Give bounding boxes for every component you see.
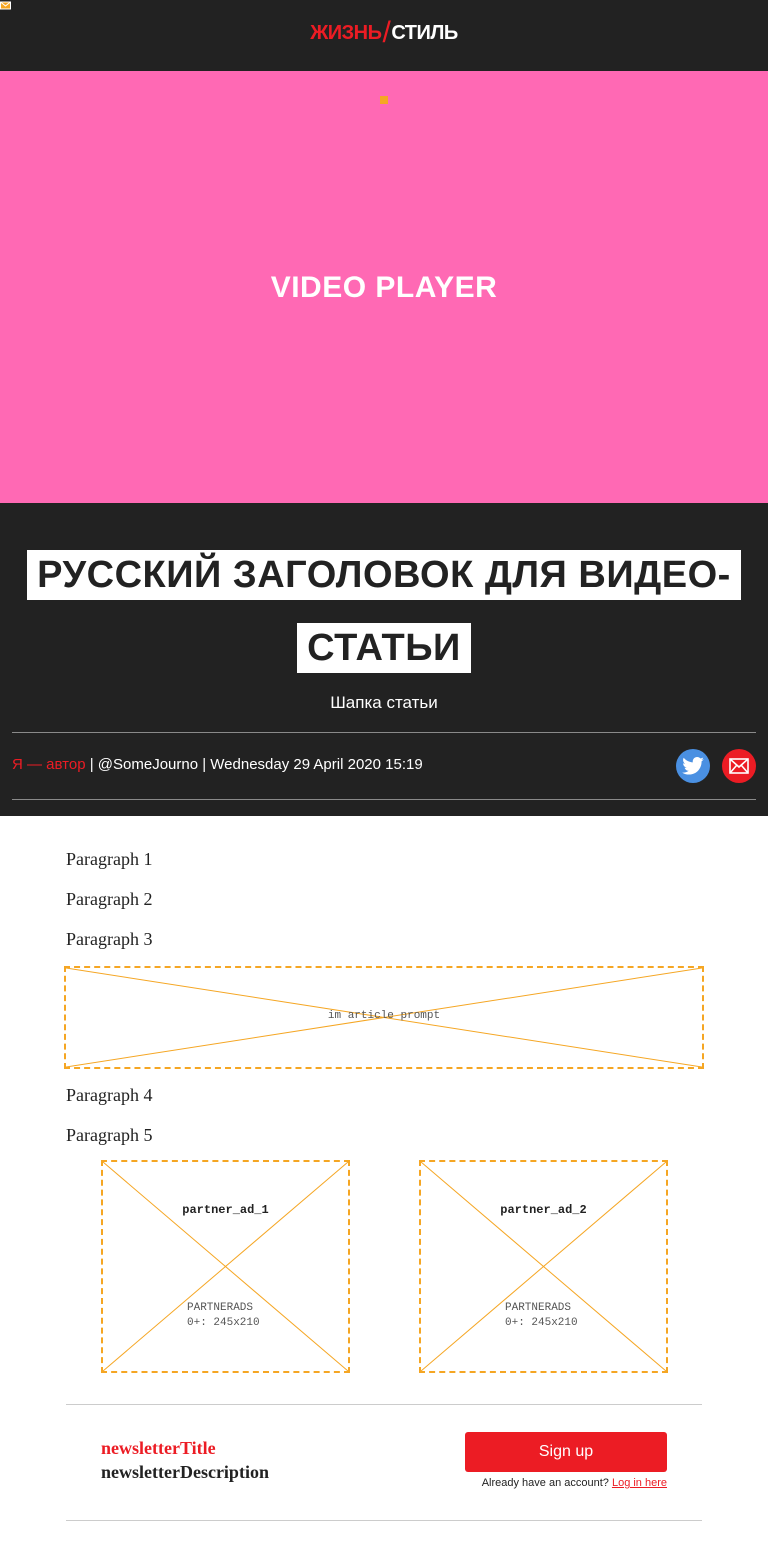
article-headline: РУССКИЙ ЗАГОЛОВОК ДЛЯ ВИДЕО-СТАТЬИ bbox=[20, 539, 748, 685]
byline-separator: | bbox=[198, 756, 211, 773]
logo-part-2: СТИЛЬ bbox=[391, 22, 458, 44]
article-paragraph: Paragraph 4 bbox=[66, 1085, 153, 1105]
article-paragraph: Paragraph 3 bbox=[66, 929, 153, 949]
partner-ad-1[interactable]: partner_ad_1 PARTNERADS 0+: 245x210 bbox=[101, 1160, 350, 1373]
ad-description: PARTNERADS 0+: 245x210 bbox=[421, 1301, 666, 1331]
header-divider-bottom bbox=[12, 799, 756, 800]
author-handle[interactable]: @SomeJourno bbox=[98, 756, 198, 773]
ad-provider: PARTNERADS bbox=[187, 1302, 254, 1314]
headline-text: РУССКИЙ ЗАГОЛОВОК ДЛЯ ВИДЕО-СТАТЬИ bbox=[27, 550, 741, 673]
ad-title: partner_ad_2 bbox=[500, 1203, 587, 1217]
article-standfirst: Шапка статьи bbox=[330, 693, 438, 712]
share-email-button[interactable] bbox=[722, 749, 756, 783]
ad-size: 0+: 245x210 bbox=[505, 1317, 578, 1329]
logo-separator: / bbox=[382, 16, 391, 49]
login-prompt: Already have an account? Log in here bbox=[482, 1477, 667, 1489]
publish-date: Wednesday 29 April 2020 15:19 bbox=[210, 756, 423, 773]
login-prompt-text: Already have an account? bbox=[481, 1477, 612, 1489]
envelope-icon[interactable] bbox=[0, 0, 11, 11]
partner-ad-2[interactable]: partner_ad_2 PARTNERADS 0+: 245x210 bbox=[419, 1160, 668, 1373]
article-prompt-placeholder[interactable]: im article prompt bbox=[64, 966, 704, 1069]
newsletter-divider-top bbox=[66, 1404, 702, 1405]
byline: Я — автор | @SomeJourno | Wednesday 29 A… bbox=[12, 756, 423, 773]
envelope-icon bbox=[729, 758, 749, 774]
article-paragraph: Paragraph 1 bbox=[66, 849, 153, 869]
login-link[interactable]: Log in here bbox=[612, 1477, 667, 1489]
author-link[interactable]: Я — автор bbox=[12, 756, 86, 773]
video-player-label: VIDEO PLAYER bbox=[270, 271, 498, 304]
newsletter-description: newsletterDescription bbox=[101, 1462, 269, 1482]
ad-title: partner_ad_1 bbox=[182, 1203, 269, 1217]
top-bar: ЖИЗНЬ/СТИЛЬ bbox=[0, 0, 768, 71]
ad-provider: PARTNERADS bbox=[505, 1302, 572, 1314]
twitter-icon bbox=[682, 757, 704, 775]
video-loading-indicator bbox=[380, 96, 388, 104]
video-player[interactable]: VIDEO PLAYER bbox=[0, 71, 768, 503]
article-prompt-label: im article prompt bbox=[327, 1010, 441, 1022]
newsletter-title: newsletterTitle bbox=[101, 1438, 216, 1458]
ad-size: 0+: 245x210 bbox=[187, 1317, 260, 1329]
placeholder-cross bbox=[103, 1162, 348, 1371]
byline-separator: | bbox=[85, 756, 98, 773]
site-logo[interactable]: ЖИЗНЬ/СТИЛЬ bbox=[0, 18, 768, 48]
placeholder-cross bbox=[421, 1162, 666, 1371]
signup-button[interactable]: Sign up bbox=[465, 1432, 667, 1472]
logo-part-1: ЖИЗНЬ bbox=[310, 22, 382, 44]
ad-description: PARTNERADS 0+: 245x210 bbox=[103, 1301, 348, 1331]
article-paragraph: Paragraph 2 bbox=[66, 889, 153, 909]
article-header: РУССКИЙ ЗАГОЛОВОК ДЛЯ ВИДЕО-СТАТЬИ Шапка… bbox=[0, 503, 768, 816]
article-paragraph: Paragraph 5 bbox=[66, 1125, 153, 1145]
newsletter-divider-bottom bbox=[66, 1520, 702, 1521]
share-twitter-button[interactable] bbox=[676, 749, 710, 783]
header-divider-top bbox=[12, 732, 756, 733]
